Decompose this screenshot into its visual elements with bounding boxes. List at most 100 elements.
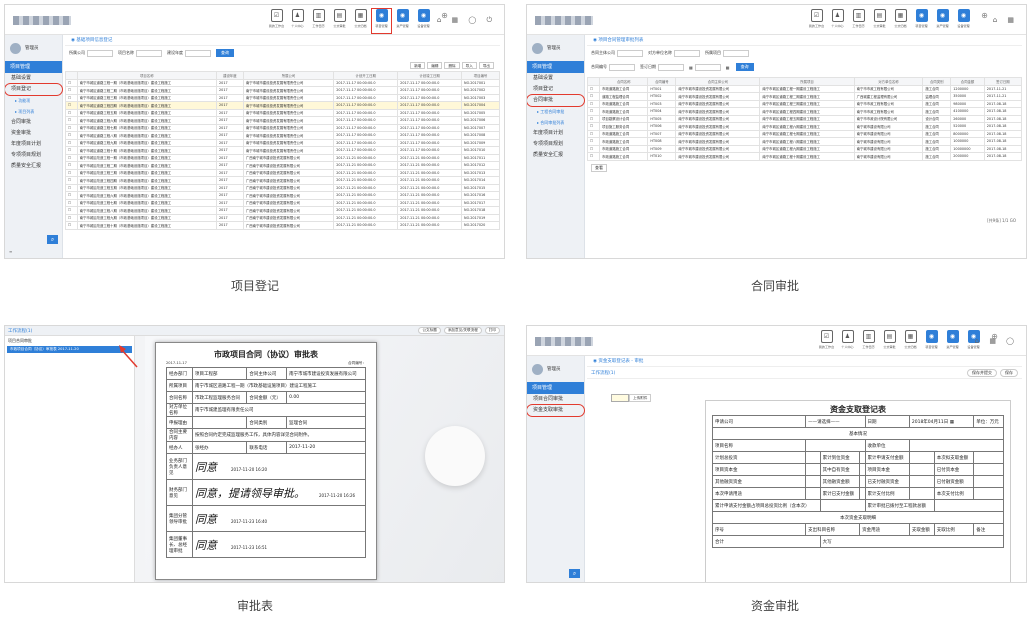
table-cell[interactable]: ☐ bbox=[586, 84, 601, 93]
toolbar-item[interactable]: ▤ 公文审批 bbox=[330, 9, 349, 33]
table-row[interactable]: ☐ 项目施工服务合同 HT006 南宁市城市建设投资发展有限公司 南宁市城区道路工程六期… bbox=[586, 122, 1023, 131]
sidebar-item[interactable]: 合同审批 bbox=[527, 94, 585, 107]
search-icon[interactable]: ⌕ bbox=[569, 569, 580, 578]
date-from-input[interactable] bbox=[658, 63, 684, 71]
date-to-input[interactable] bbox=[694, 63, 721, 71]
form-cell[interactable] bbox=[973, 487, 1004, 500]
column-header[interactable]: 所属公司 bbox=[242, 71, 335, 80]
sidebar-item[interactable]: 合同审批 bbox=[5, 117, 62, 128]
toolbar-item[interactable]: ☑ 我的工作台 bbox=[267, 9, 286, 33]
column-header[interactable]: 签订日期 bbox=[983, 77, 1023, 86]
table-cell[interactable]: ☐ bbox=[65, 213, 78, 222]
column-header[interactable] bbox=[65, 71, 78, 80]
view-button[interactable]: 查看 bbox=[591, 163, 607, 172]
table-tool-button[interactable]: 删除 bbox=[444, 62, 460, 69]
table-row[interactable]: ☐ 南宁市城区道路工程二期（市政基础设施项目）建设工程施工 2017 南宁市城市建设投… bbox=[65, 86, 500, 95]
toolbar-item[interactable]: ◉ 项目管理 bbox=[371, 8, 392, 34]
table-row[interactable]: ☐ 南宁市城区改造工程三期（市政基础设施项目）建设工程施工 2017 广西南宁城市建设… bbox=[65, 168, 500, 177]
table-row[interactable]: ☐ 市政道路施工合同 HT009 南宁市城市建设投资发展有限公司 南宁市城区道路工程九期… bbox=[586, 144, 1023, 153]
toolbar-item[interactable]: ▦ 公文归档 bbox=[901, 330, 920, 354]
table-cell[interactable]: ☐ bbox=[65, 108, 78, 117]
table-cell[interactable]: ☐ bbox=[65, 116, 78, 125]
table-row[interactable]: ☐ 南宁市城区道路工程四期（市政基础设施项目）建设工程施工 2017 南宁市城市建设投… bbox=[65, 101, 500, 110]
table-cell[interactable]: ☐ bbox=[65, 86, 78, 95]
toolbar-item[interactable]: ◉ 资产管理 bbox=[943, 330, 962, 354]
toolbar-item[interactable]: ▦ 公文归档 bbox=[891, 9, 910, 33]
table-row[interactable]: ☐ 市政道路施工合同 HT003 南宁市城市建设投资发展有限公司 南宁市城区道路工程三期… bbox=[586, 99, 1023, 108]
top-right-icons[interactable]: ⌂ ▦ ◯ ⏻ bbox=[437, 16, 496, 25]
table-row[interactable]: ☐ 项目勘察设计合同 HT005 南宁市城市建设投资发展有限公司 南宁市城区道路工程五期… bbox=[586, 114, 1023, 123]
calendar-icon[interactable]: ▦ bbox=[689, 65, 693, 70]
form-cell[interactable] bbox=[973, 451, 1004, 464]
table-row[interactable]: ☐ 南宁市城区改造工程十期（市政基础设施项目）建设工程施工 2017 广西南宁城市建设… bbox=[65, 221, 500, 230]
table-cell[interactable]: ☐ bbox=[65, 198, 78, 207]
year-input[interactable] bbox=[185, 49, 211, 57]
table-row[interactable]: ☐ 南宁市城区改造工程七期（市政基础设施项目）建设工程施工 2017 广西南宁城市建设… bbox=[65, 198, 500, 207]
sidebar-item[interactable]: 专项项目规划 bbox=[5, 150, 62, 161]
name-input[interactable] bbox=[136, 49, 162, 57]
table-cell[interactable]: ☐ bbox=[586, 99, 601, 108]
save-button[interactable]: 保存 bbox=[1000, 369, 1018, 377]
project-input[interactable] bbox=[723, 49, 749, 57]
form-cell[interactable] bbox=[805, 487, 821, 500]
table-row[interactable]: ☐ 南宁市城区改造工程八期（市政基础设施项目）建设工程施工 2017 广西南宁城市建设… bbox=[65, 206, 500, 215]
table-tool-button[interactable]: 新增 bbox=[410, 62, 426, 69]
search-button[interactable]: 查询 bbox=[216, 49, 234, 57]
table-cell[interactable]: ☐ bbox=[65, 146, 78, 155]
company-input[interactable] bbox=[87, 49, 113, 57]
toolbar-item[interactable]: ▦ 公文归档 bbox=[351, 9, 370, 33]
column-header[interactable]: 项目编号 bbox=[461, 71, 500, 80]
sidebar-item[interactable]: 项目合同审批 bbox=[527, 394, 584, 405]
table-row[interactable]: ☐ 南宁市城区道路工程八期（市政基础设施项目）建设工程施工 2017 南宁市城市建设投… bbox=[65, 131, 500, 140]
table-row[interactable]: ☐ 市政道路施工合同 HT007 南宁市城市建设投资发展有限公司 南宁市城区道路工程七期… bbox=[586, 129, 1023, 138]
table-cell[interactable]: ☐ bbox=[586, 152, 601, 161]
table-cell[interactable]: ☐ bbox=[65, 221, 78, 230]
toolbar-item[interactable]: ◉ 项目管理 bbox=[922, 330, 941, 354]
table-cell[interactable]: ☐ bbox=[586, 122, 601, 131]
table-cell[interactable]: ☐ bbox=[65, 123, 78, 132]
toolbar-item[interactable]: ♟ 个人中心 bbox=[838, 330, 857, 354]
sidebar-subitem[interactable]: ▸ 合同审批列表 bbox=[527, 117, 584, 128]
table-row[interactable]: ☐ 南宁市城区改造工程二期（市政基础设施项目）建设工程施工 2017 广西南宁城市建设… bbox=[65, 161, 500, 170]
sidebar-item[interactable]: 质量安全汇报 bbox=[5, 161, 62, 172]
table-row[interactable]: ☐ 道路工程监理合同 HT002 南宁市城市建设投资发展有限公司 南宁市城区道路工程二期… bbox=[586, 92, 1023, 101]
column-header[interactable]: 对方单位名称 bbox=[853, 77, 924, 86]
table-row[interactable]: ☐ 市政道路施工合同 HT001 南宁市城市建设投资发展有限公司 南宁市城区道路工程一期… bbox=[586, 84, 1023, 93]
column-header[interactable]: 项目名称 bbox=[76, 71, 218, 80]
toolbar-item[interactable]: ▥ 工作日历 bbox=[309, 9, 328, 33]
top-button[interactable]: 添加意见/关联流程 bbox=[443, 327, 482, 334]
search-icon[interactable]: ⌕ bbox=[47, 235, 58, 244]
column-header[interactable]: 合同编号 bbox=[647, 77, 677, 86]
table-cell[interactable]: ☐ bbox=[65, 161, 78, 170]
sidebar-section-title[interactable]: 项目管理 bbox=[527, 382, 584, 394]
sidebar-item[interactable]: 专项项目规划 bbox=[527, 139, 584, 150]
table-row[interactable]: ☐ 市政道路施工合同 HT010 南宁市城市建设投资发展有限公司 南宁市城区道路工程十期… bbox=[586, 152, 1023, 161]
sidebar-item[interactable]: 项目登记 bbox=[5, 83, 63, 96]
party-input[interactable] bbox=[674, 49, 700, 57]
toolbar-item[interactable]: ♟ 个人中心 bbox=[828, 9, 847, 33]
column-header[interactable]: 所属项目 bbox=[759, 77, 855, 86]
column-header[interactable]: 合同主体公司 bbox=[675, 77, 761, 86]
table-cell[interactable]: ☐ bbox=[65, 138, 78, 147]
column-header[interactable] bbox=[586, 77, 601, 86]
table-cell[interactable]: ☐ bbox=[65, 101, 78, 110]
list-item[interactable]: 市政项目合同（协议）审批表 2017-11-20 bbox=[7, 346, 132, 353]
form-cell[interactable] bbox=[908, 487, 935, 500]
toolbar-item[interactable]: ◉ 资产管理 bbox=[393, 9, 412, 33]
sidebar-item[interactable]: 项目登记 bbox=[527, 84, 584, 95]
table-row[interactable]: ☐ 南宁市城区道路工程一期（市政基础设施项目）建设工程施工 2017 南宁市城市建设投… bbox=[65, 78, 500, 87]
submit-button[interactable]: 保存并提交 bbox=[967, 369, 997, 377]
column-header[interactable]: 建设年度 bbox=[216, 71, 244, 80]
table-row[interactable]: ☐ 南宁市城区道路工程五期（市政基础设施项目）建设工程施工 2017 南宁市城市建设投… bbox=[65, 108, 500, 117]
toolbar-item[interactable]: ◉ 设备管理 bbox=[954, 9, 973, 33]
top-button[interactable]: 打印 bbox=[484, 327, 500, 334]
table-cell[interactable]: ☐ bbox=[586, 107, 601, 116]
form-cell[interactable] bbox=[973, 475, 1004, 488]
table-cell[interactable]: ☐ bbox=[586, 92, 601, 101]
sidebar-section-title[interactable]: 项目管理 bbox=[5, 61, 62, 73]
table-row[interactable]: ☐ 市政道路施工合同 HT008 南宁市城市建设投资发展有限公司 南宁市城区道路工程八期… bbox=[586, 137, 1023, 146]
column-header[interactable]: 合同类别 bbox=[922, 77, 952, 86]
sidebar-subitem[interactable]: ▸ 功能项 bbox=[5, 95, 62, 106]
table-cell[interactable]: ☐ bbox=[65, 176, 78, 185]
sidebar-item[interactable]: 基础设置 bbox=[5, 73, 62, 84]
